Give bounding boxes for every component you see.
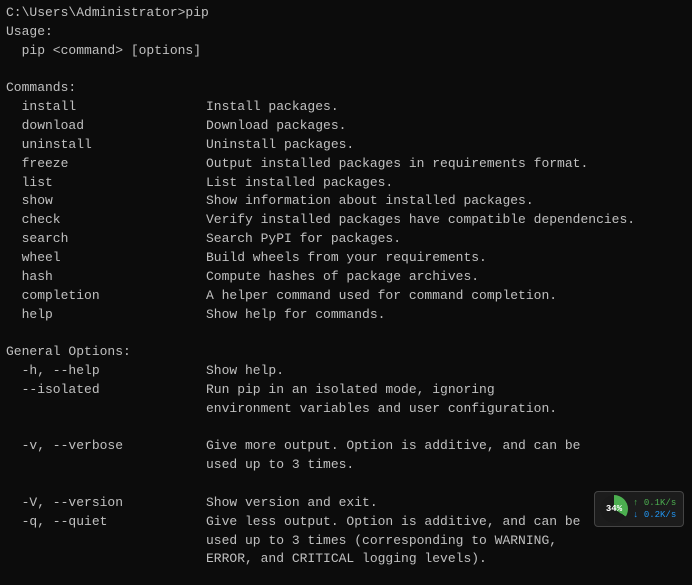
download-stat: 0.2K/s bbox=[633, 510, 676, 520]
option-row: environment variables and user configura… bbox=[6, 400, 686, 419]
blank-line bbox=[6, 569, 686, 585]
blank2 bbox=[6, 324, 686, 343]
option-row: ERROR, and CRITICAL logging levels). bbox=[6, 550, 686, 569]
option-row: used up to 3 times (corresponding to WAR… bbox=[6, 532, 686, 551]
option-row: -v, --verboseGive more output. Option is… bbox=[6, 437, 686, 456]
net-stats: 0.1K/s 0.2K/s bbox=[633, 498, 676, 520]
blank-line bbox=[6, 475, 686, 494]
command-row: searchSearch PyPI for packages. bbox=[6, 230, 686, 249]
command-row: hashCompute hashes of package archives. bbox=[6, 268, 686, 287]
usage-header: Usage: bbox=[6, 23, 686, 42]
option-row: -V, --versionShow version and exit. bbox=[6, 494, 686, 513]
command-row: helpShow help for commands. bbox=[6, 306, 686, 325]
command-row: freezeOutput installed packages in requi… bbox=[6, 155, 686, 174]
prompt-line: C:\Users\Administrator>pip bbox=[6, 4, 686, 23]
command-row: uninstallUninstall packages. bbox=[6, 136, 686, 155]
option-row: used up to 3 times. bbox=[6, 456, 686, 475]
command-row: checkVerify installed packages have comp… bbox=[6, 211, 686, 230]
options-list: -h, --helpShow help. --isolatedRun pip i… bbox=[6, 362, 686, 585]
command-row: downloadDownload packages. bbox=[6, 117, 686, 136]
option-row: --isolatedRun pip in an isolated mode, i… bbox=[6, 381, 686, 400]
commands-list: installInstall packages. downloadDownloa… bbox=[6, 98, 686, 324]
command-row: listList installed packages. bbox=[6, 174, 686, 193]
network-widget: 34% 0.1K/s 0.2K/s bbox=[594, 491, 684, 527]
commands-header: Commands: bbox=[6, 79, 686, 98]
upload-stat: 0.1K/s bbox=[633, 498, 676, 508]
command-row: wheelBuild wheels from your requirements… bbox=[6, 249, 686, 268]
command-row: completionA helper command used for comm… bbox=[6, 287, 686, 306]
cpu-percent: 34% bbox=[606, 504, 622, 514]
option-row: -q, --quietGive less output. Option is a… bbox=[6, 513, 686, 532]
general-options-header: General Options: bbox=[6, 343, 686, 362]
option-row: -h, --helpShow help. bbox=[6, 362, 686, 381]
command-row: installInstall packages. bbox=[6, 98, 686, 117]
usage-cmd: pip <command> [options] bbox=[6, 42, 686, 61]
blank-line bbox=[6, 419, 686, 438]
terminal-window: C:\Users\Administrator>pip Usage: pip <c… bbox=[0, 0, 692, 585]
blank bbox=[6, 61, 686, 80]
command-row: showShow information about installed pac… bbox=[6, 192, 686, 211]
cpu-circle: 34% bbox=[600, 495, 628, 523]
